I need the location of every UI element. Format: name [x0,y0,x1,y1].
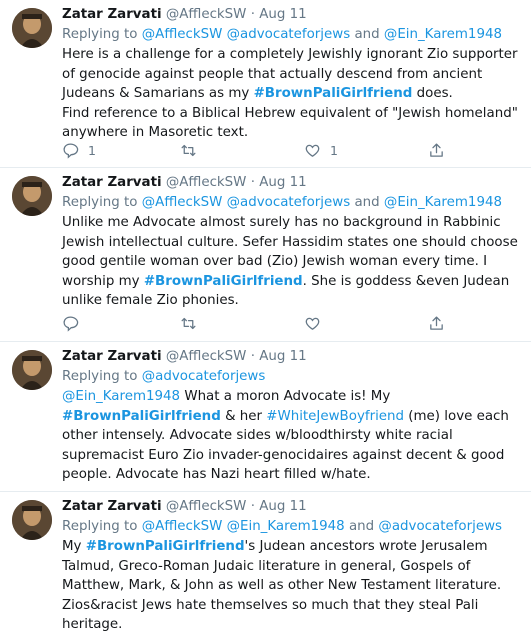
mention-link[interactable]: @AffleckSW [142,195,223,210]
tweet[interactable]: Zatar Zarvati @AffleckSW · Aug 11 Replyi… [0,492,531,632]
mention-link[interactable]: @advocateforjews [227,27,351,42]
tweet-header: Zatar Zarvati @AffleckSW · Aug 11 [62,6,523,24]
retweet-button[interactable] [180,140,206,160]
mention-link[interactable]: @Ein_Karem1948 [384,27,502,42]
text-run: What a moron Advocate is! My [180,389,391,404]
action-bar [62,313,462,333]
hashtag-link[interactable]: #BrownPaliGirlfriend [86,539,245,554]
text-run: My [62,539,86,554]
share-icon [430,315,443,330]
text-run: does. [412,86,453,101]
author-handle[interactable]: @AffleckSW [166,7,247,22]
timeline: Zatar Zarvati @AffleckSW · Aug 11 Replyi… [0,0,531,632]
timestamp[interactable]: Aug 11 [259,499,306,514]
author-name[interactable]: Zatar Zarvati [62,499,162,514]
heart-icon [305,144,320,157]
replying-to-label: Replying to [62,369,138,384]
tweet-header: Zatar Zarvati @AffleckSW · Aug 11 [62,174,523,192]
separator-dot: · [250,499,255,514]
separator: and [350,27,384,42]
replying-to: Replying to @AffleckSW @advocateforjews … [62,194,523,212]
timestamp[interactable]: Aug 11 [259,175,306,190]
author-handle[interactable]: @AffleckSW [166,175,247,190]
avatar[interactable] [12,8,52,48]
hashtag-link[interactable]: #BrownPaliGirlfriend [254,86,413,101]
replying-to: Replying to @advocateforjews [62,368,523,386]
heart-icon [305,317,320,330]
retweet-icon [181,144,196,156]
reply-icon [63,315,79,332]
tweet-header: Zatar Zarvati @AffleckSW · Aug 11 [62,348,523,366]
hashtag-link[interactable]: #BrownPaliGirlfriend [62,409,221,424]
timestamp[interactable]: Aug 11 [259,349,306,364]
author-name[interactable]: Zatar Zarvati [62,349,162,364]
retweet-button[interactable] [180,313,206,333]
author-name[interactable]: Zatar Zarvati [62,175,162,190]
like-button[interactable]: 1 [304,140,338,160]
share-button[interactable] [428,140,445,160]
action-bar: 1 1 [62,140,462,160]
replying-to-label: Replying to [62,519,138,534]
timestamp[interactable]: Aug 11 [259,7,306,22]
hashtag-link[interactable]: #WhiteJewBoyfriend [266,409,404,424]
mention-link[interactable]: @advocateforjews [227,195,351,210]
tweet[interactable]: Zatar Zarvati @AffleckSW · Aug 11 Replyi… [0,168,531,342]
separator: and [344,519,379,534]
hashtag-link[interactable]: #BrownPaliGirlfriend [144,274,303,289]
replying-to-label: Replying to [62,27,138,42]
mention-link[interactable]: @advocateforjews [378,519,502,534]
share-icon [430,142,443,157]
replying-to-label: Replying to [62,195,138,210]
mention-link[interactable]: @Ein_Karem1948 [227,519,345,534]
tweet-header: Zatar Zarvati @AffleckSW · Aug 11 [62,498,523,516]
like-button[interactable] [304,313,330,333]
author-handle[interactable]: @AffleckSW [166,499,247,514]
mention-link[interactable]: @AffleckSW [142,27,223,42]
replying-to: Replying to @AffleckSW @advocateforjews … [62,26,523,44]
text-run: & her [220,408,267,424]
tweet[interactable]: Zatar Zarvati @AffleckSW · Aug 11 Replyi… [0,342,531,492]
share-button[interactable] [428,313,445,333]
separator-dot: · [250,349,255,364]
avatar[interactable] [12,176,52,216]
reply-count: 1 [88,142,96,158]
text-run: Find reference to a Biblical Hebrew equi… [62,105,518,141]
separator: and [350,195,384,210]
retweet-icon [181,317,196,329]
reply-icon [63,142,79,159]
mention-link[interactable]: @Ein_Karem1948 [384,195,502,210]
tweet[interactable]: Zatar Zarvati @AffleckSW · Aug 11 Replyi… [0,0,531,168]
avatar[interactable] [12,500,52,540]
tweet-text: @Ein_Karem1948 What a moron Advocate is!… [62,387,523,485]
separator-dot: · [250,7,255,22]
replying-to: Replying to @AffleckSW @Ein_Karem1948 an… [62,518,523,536]
tweet-text: Here is a challenge for a completely Jew… [62,45,523,143]
reply-button[interactable]: 1 [62,140,96,160]
avatar[interactable] [12,350,52,390]
mention-link[interactable]: @Ein_Karem1948 [62,389,180,404]
mention-link[interactable]: @advocateforjews [142,369,266,384]
reply-button[interactable] [62,313,88,333]
separator-dot: · [250,175,255,190]
like-count: 1 [330,142,338,158]
author-name[interactable]: Zatar Zarvati [62,7,162,22]
tweet-text: Unlike me Advocate almost surely has no … [62,213,523,311]
mention-link[interactable]: @AffleckSW [142,519,223,534]
tweet-text: My #BrownPaliGirlfriend's Judean ancesto… [62,537,523,635]
author-handle[interactable]: @AffleckSW [166,349,247,364]
